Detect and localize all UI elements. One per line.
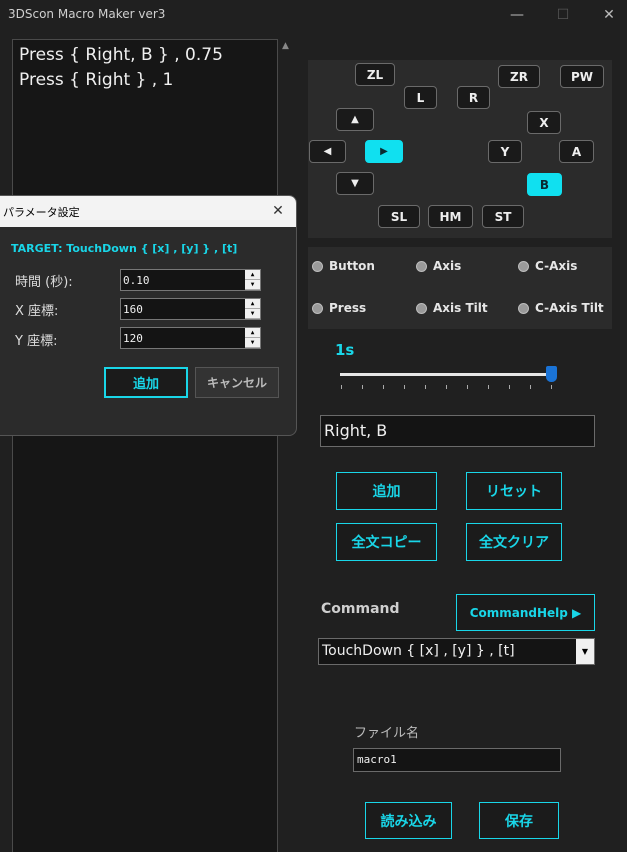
duration-slider-thumb[interactable] (546, 366, 557, 382)
radio-press-mode[interactable]: Press (312, 301, 366, 315)
time-value: 0.10 (123, 274, 150, 287)
y-coord-stepper[interactable]: ▲ ▼ (245, 328, 260, 348)
stepper-down-icon[interactable]: ▼ (245, 338, 260, 348)
b-button[interactable]: B (527, 173, 562, 196)
macro-line: Press { Right } , 1 (19, 70, 174, 90)
r-button[interactable]: R (457, 86, 490, 109)
save-button[interactable]: 保存 (479, 802, 559, 839)
dialog-add-button[interactable]: 追加 (104, 367, 188, 398)
duration-slider-track[interactable] (340, 373, 552, 376)
selected-buttons-field[interactable]: Right, B (320, 415, 595, 447)
command-select-value: TouchDown { [x] , [y] } , [t] (322, 643, 515, 659)
slider-tick (530, 385, 531, 389)
time-label: 時間 (秒): (15, 275, 73, 290)
stepper-up-icon[interactable]: ▲ (245, 299, 260, 309)
copy-all-button[interactable]: 全文コピー (336, 523, 437, 561)
slider-tick (362, 385, 363, 389)
window-title: 3DScon Macro Maker ver3 (8, 7, 166, 21)
x-coord-input[interactable]: 160 ▲ ▼ (120, 298, 261, 320)
maximize-button[interactable]: ☐ (540, 0, 586, 30)
slider-tick (509, 385, 510, 389)
parameter-dialog: パラメータ設定 ✕ TARGET: TouchDown { [x] , [y] … (0, 195, 297, 436)
radio-dot-icon (312, 260, 323, 272)
slider-tick (467, 385, 468, 389)
slider-tick (551, 385, 552, 389)
x-coord-label: X 座標: (15, 304, 59, 319)
st-button[interactable]: ST (482, 205, 524, 228)
radio-c-axis-mode[interactable]: C-Axis (518, 259, 577, 273)
sl-button[interactable]: SL (378, 205, 420, 228)
y-coord-label: Y 座標: (15, 334, 58, 349)
y-coord-value: 120 (123, 332, 143, 345)
radio-dot-icon (312, 302, 323, 314)
clear-all-button[interactable]: 全文クリア (466, 523, 562, 561)
radio-label: Press (329, 301, 367, 315)
macro-line: Press { Right, B } , 0.75 (19, 45, 223, 65)
macro-textarea[interactable]: Press { Right, B } , 0.75 Press { Right … (12, 39, 278, 852)
chevron-down-icon[interactable]: ▼ (576, 639, 594, 664)
stepper-up-icon[interactable]: ▲ (245, 270, 260, 280)
dialog-target-label: TARGET: TouchDown { [x] , [y] } , [t] (11, 242, 238, 255)
slider-tick (425, 385, 426, 389)
y-coord-input[interactable]: 120 ▲ ▼ (120, 327, 261, 349)
dpad-right-button[interactable]: ▶ (365, 140, 403, 163)
filename-label: ファイル名 (354, 726, 420, 741)
time-stepper[interactable]: ▲ ▼ (245, 270, 260, 290)
dpad-left-button[interactable]: ◀ (309, 140, 346, 163)
radio-axis-mode[interactable]: Axis (416, 259, 461, 273)
radio-dot-icon (518, 302, 529, 314)
x-button[interactable]: X (527, 111, 561, 134)
radio-dot-icon (416, 302, 427, 314)
radio-label: Button (329, 259, 375, 273)
command-select[interactable]: TouchDown { [x] , [y] } , [t] ▼ (318, 638, 595, 665)
close-button[interactable]: ✕ (586, 0, 627, 30)
y-button[interactable]: Y (488, 140, 522, 163)
slider-tick (383, 385, 384, 389)
radio-label: Axis (433, 259, 462, 273)
command-label: Command (321, 601, 400, 617)
filename-input[interactable]: macro1 (353, 748, 561, 772)
mode-radio-panel: Button Axis C-Axis Press Axis Tilt C-Axi… (308, 247, 612, 329)
load-button[interactable]: 読み込み (365, 802, 452, 839)
scroll-up-arrow-icon[interactable]: ▲ (282, 41, 289, 51)
radio-axis-tilt-mode[interactable]: Axis Tilt (416, 301, 488, 315)
l-button[interactable]: L (404, 86, 437, 109)
radio-button-mode[interactable]: Button (312, 259, 375, 273)
controller-pad: ZL ZR PW L R ▲ X ◀ ▶ Y A ▼ B SL HM ST (308, 60, 612, 238)
zl-button[interactable]: ZL (355, 63, 395, 86)
x-coord-value: 160 (123, 303, 143, 316)
hm-button[interactable]: HM (428, 205, 473, 228)
a-button[interactable]: A (559, 140, 594, 163)
duration-label: 1s (335, 341, 355, 359)
slider-tick (341, 385, 342, 389)
stepper-down-icon[interactable]: ▼ (245, 280, 260, 290)
dpad-up-button[interactable]: ▲ (336, 108, 374, 131)
pw-button[interactable]: PW (560, 65, 604, 88)
stepper-up-icon[interactable]: ▲ (245, 328, 260, 338)
radio-label: C-Axis (535, 259, 578, 273)
time-input[interactable]: 0.10 ▲ ▼ (120, 269, 261, 291)
radio-c-axis-tilt-mode[interactable]: C-Axis Tilt (518, 301, 604, 315)
dialog-cancel-button[interactable]: キャンセル (195, 367, 279, 398)
command-help-button[interactable]: CommandHelp ▶ (456, 594, 595, 631)
slider-tick (404, 385, 405, 389)
zr-button[interactable]: ZR (498, 65, 540, 88)
radio-dot-icon (416, 260, 427, 272)
reset-button[interactable]: リセット (466, 472, 562, 510)
radio-dot-icon (518, 260, 529, 272)
radio-label: Axis Tilt (433, 301, 488, 315)
minimize-button[interactable]: — (494, 0, 540, 30)
add-button[interactable]: 追加 (336, 472, 437, 510)
stepper-down-icon[interactable]: ▼ (245, 309, 260, 319)
dpad-down-button[interactable]: ▼ (336, 172, 374, 195)
slider-tick (446, 385, 447, 389)
dialog-close-icon[interactable]: ✕ (266, 199, 290, 223)
radio-label: C-Axis Tilt (535, 301, 604, 315)
slider-tick (488, 385, 489, 389)
dialog-title: パラメータ設定 (3, 206, 80, 219)
x-coord-stepper[interactable]: ▲ ▼ (245, 299, 260, 319)
